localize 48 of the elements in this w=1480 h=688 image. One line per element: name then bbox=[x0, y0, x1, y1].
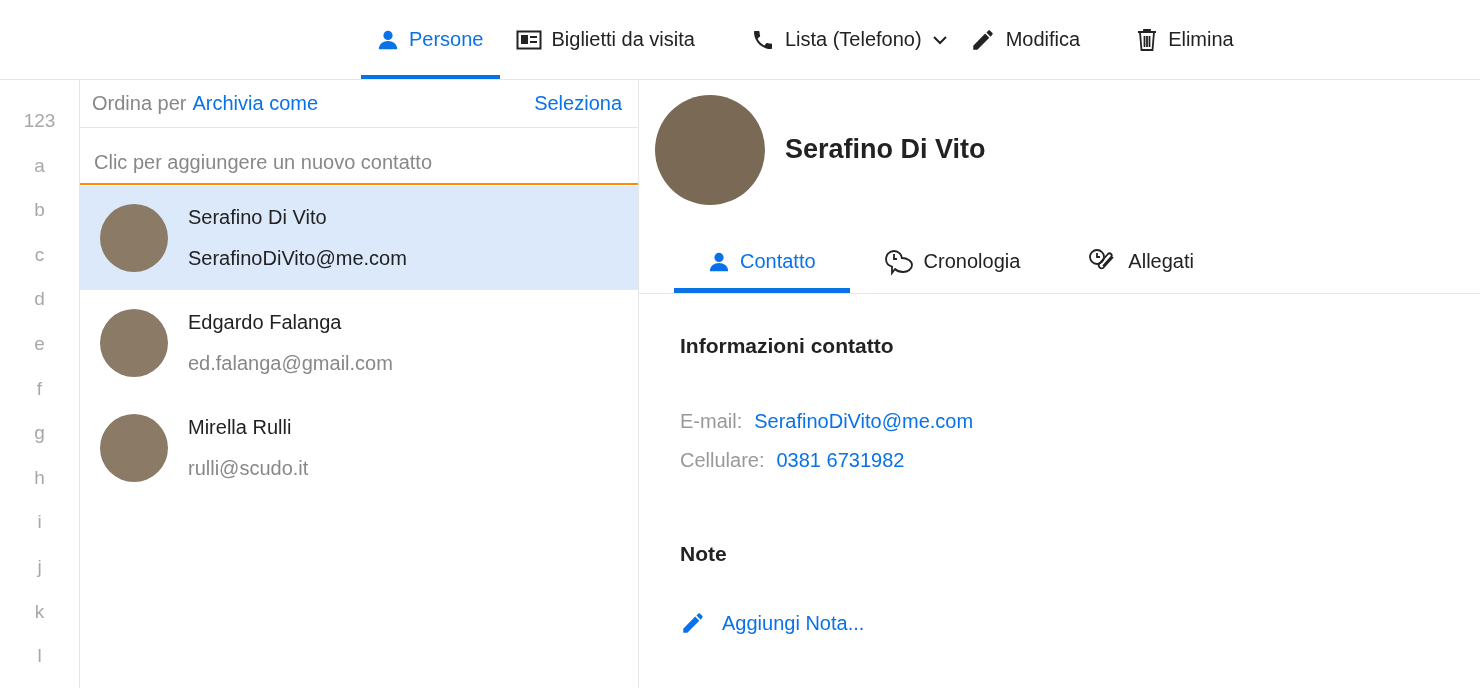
index-letter[interactable]: h bbox=[34, 464, 45, 510]
contact-name: Mirella Rulli bbox=[188, 416, 293, 439]
contact-name: Serafino Di Vito bbox=[785, 134, 986, 165]
trash-icon bbox=[1136, 27, 1159, 52]
index-letter[interactable]: i bbox=[37, 509, 42, 555]
contact-name: Serafino Di Vito bbox=[188, 206, 328, 229]
sort-label: Ordina per bbox=[92, 92, 187, 115]
field-label: Cellulare: bbox=[680, 449, 765, 472]
index-letter[interactable]: k bbox=[34, 598, 45, 644]
index-letter[interactable]: 123 bbox=[23, 108, 56, 153]
index-letter[interactable]: j bbox=[37, 554, 42, 599]
clock-speech-bubble-icon bbox=[883, 247, 914, 276]
index-letter[interactable]: g bbox=[34, 420, 45, 465]
contact-email: rulli@scudo.it bbox=[188, 457, 309, 480]
index-letter[interactable]: a bbox=[34, 152, 45, 198]
contact-list-item[interactable]: Edgardo Falanga ed.falanga@gmail.com bbox=[80, 291, 638, 395]
sort-option-link[interactable]: Archivia come bbox=[192, 92, 319, 115]
index-letter[interactable]: d bbox=[34, 286, 45, 332]
contact-name: Edgardo Falanga bbox=[188, 311, 343, 334]
index-letter[interactable]: c bbox=[34, 241, 45, 287]
dropdown-button[interactable]: Lista (Telefono) bbox=[734, 0, 954, 79]
contact-email: SerafinoDiVito@me.com bbox=[188, 247, 407, 270]
caret-icon bbox=[931, 34, 948, 45]
person-icon bbox=[377, 28, 399, 51]
person-icon bbox=[708, 250, 730, 273]
view-tab[interactable]: Biglietti da visita bbox=[499, 0, 735, 79]
edit-button[interactable]: Modifica bbox=[953, 0, 1121, 79]
section-heading: Informazioni contatto bbox=[680, 334, 895, 358]
index-letter[interactable]: b bbox=[34, 197, 45, 242]
select-link[interactable]: Seleziona bbox=[534, 92, 622, 115]
pencil-icon bbox=[680, 610, 706, 636]
index-letter[interactable]: l bbox=[37, 643, 42, 688]
field-label: E-mail: bbox=[680, 410, 743, 433]
delete-button[interactable]: Elimina bbox=[1120, 0, 1250, 79]
field-value-link[interactable]: SerafinoDiVito@me.com bbox=[754, 410, 974, 433]
add-note-button[interactable]: Aggiungi Nota... bbox=[680, 610, 865, 636]
contact-email: ed.falanga@gmail.com bbox=[188, 352, 393, 375]
contact-card-icon bbox=[515, 28, 542, 51]
detail-tab[interactable]: Cronologia bbox=[849, 235, 1055, 293]
field-value-link[interactable]: 0381 6731982 bbox=[776, 449, 905, 472]
detail-tab[interactable]: Contatto bbox=[674, 235, 850, 293]
contact-list-item[interactable]: Mirella Rulli rulli@scudo.it bbox=[80, 396, 638, 500]
index-letter[interactable]: f bbox=[36, 375, 43, 421]
contact-list-item[interactable]: Serafino Di Vito SerafinoDiVito@me.com bbox=[80, 186, 638, 290]
detail-tab[interactable]: Allegati bbox=[1054, 235, 1228, 293]
index-letter[interactable]: e bbox=[34, 331, 45, 376]
section-heading: Note bbox=[680, 542, 728, 566]
view-tab[interactable]: Persone bbox=[361, 0, 500, 79]
